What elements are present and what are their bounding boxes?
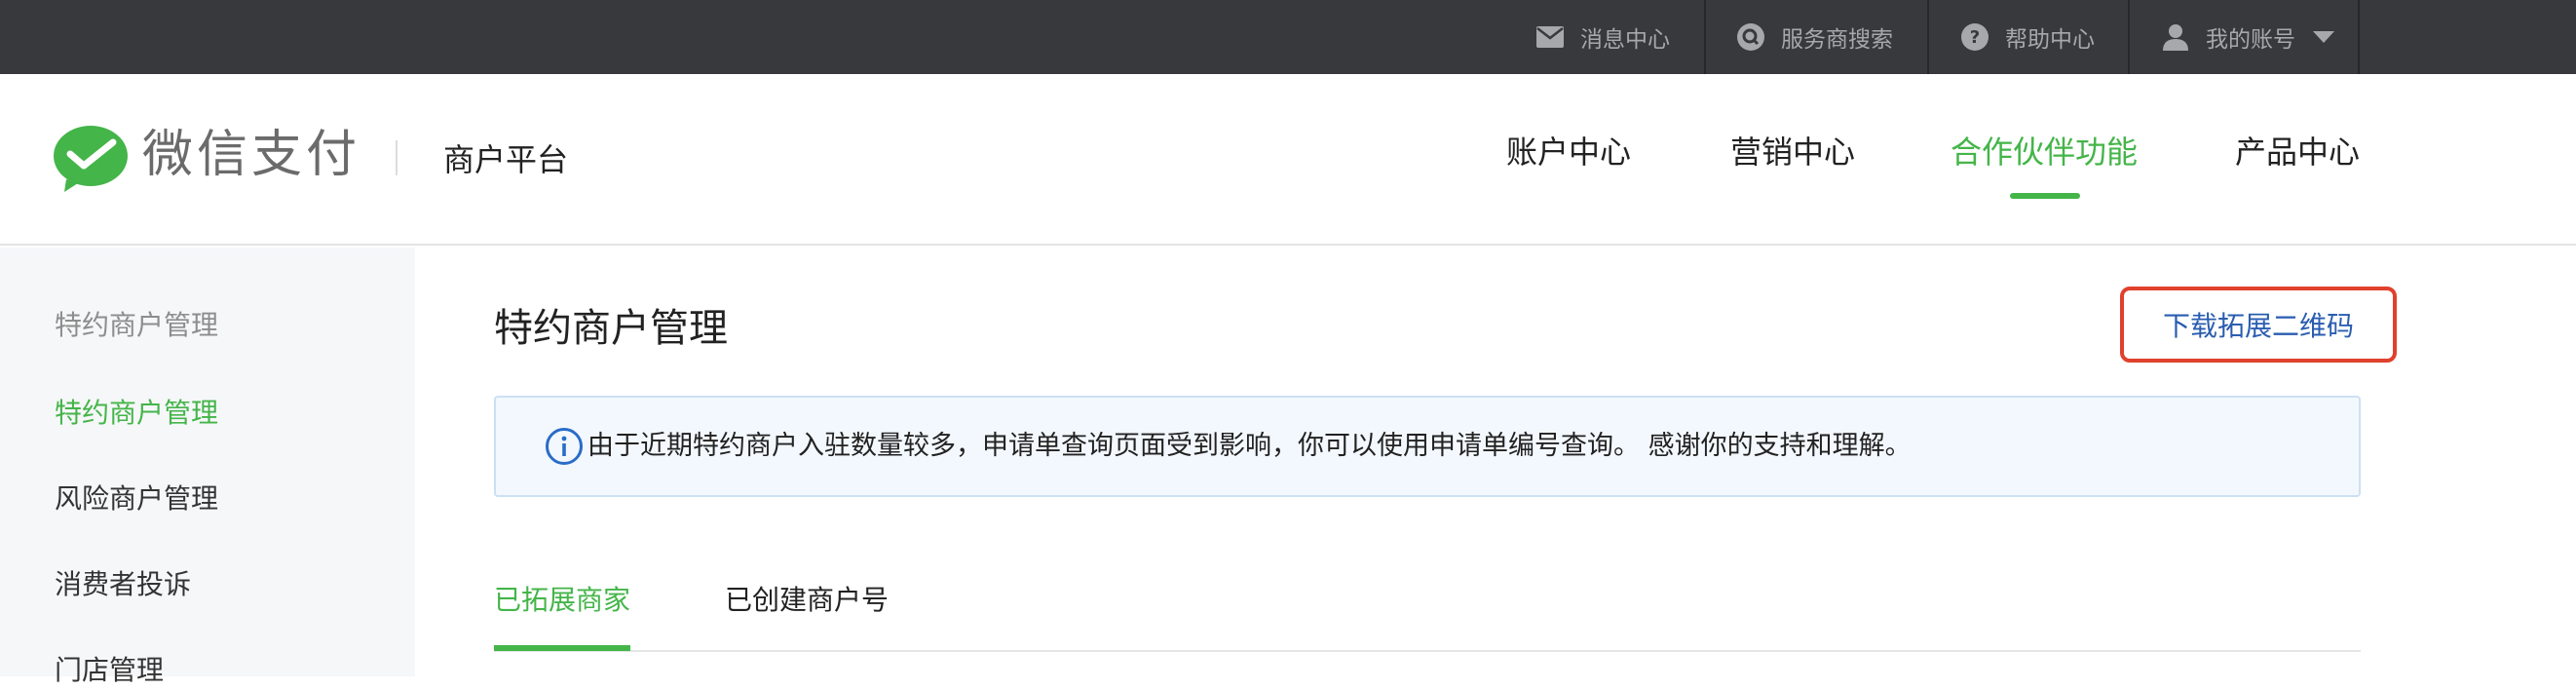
help-center-link[interactable]: ? 帮助中心 <box>1960 0 2095 74</box>
user-icon <box>2161 22 2190 52</box>
sidebar-item-risk-merchants[interactable]: 风险商户管理 <box>55 479 218 518</box>
tab-created-merchant-ids[interactable]: 已创建商户号 <box>725 581 889 620</box>
chevron-down-icon <box>2313 31 2334 43</box>
nav-active-indicator <box>2010 193 2080 199</box>
info-icon <box>545 427 584 466</box>
download-qrcode-label: 下载拓展二维码 <box>2162 310 2354 342</box>
nav-account-center[interactable]: 账户中心 <box>1506 131 1631 173</box>
download-qrcode-button[interactable]: 下载拓展二维码 <box>2120 287 2397 363</box>
top-bar: 消息中心 服务商搜索 ? 帮助中心 我的账号 <box>0 0 2576 74</box>
tab-expanded-merchants[interactable]: 已拓展商家 <box>494 581 630 620</box>
top-divider <box>2128 0 2130 74</box>
sidebar-group-title: 特约商户管理 <box>55 309 219 341</box>
search-provider-icon <box>1736 22 1765 52</box>
sidebar: 特约商户管理 特约商户管理 风险商户管理 消费者投诉 门店管理 <box>0 248 415 686</box>
sidebar-item-store-management[interactable]: 门店管理 <box>55 651 164 690</box>
top-divider <box>1927 0 1929 74</box>
tabs-baseline <box>494 650 2361 652</box>
message-center-link[interactable]: 消息中心 <box>1535 0 1670 74</box>
envelope-icon <box>1535 22 1565 52</box>
notice-banner: 由于近期特约商户入驻数量较多，申请单查询页面受到影响，你可以使用申请单编号查询。… <box>494 396 2361 497</box>
nav-marketing-center[interactable]: 营销中心 <box>1730 131 1855 173</box>
notice-text: 由于近期特约商户入驻数量较多，申请单查询页面受到影响，你可以使用申请单编号查询。… <box>587 431 1912 461</box>
help-center-label: 帮助中心 <box>2005 27 2095 53</box>
message-center-label: 消息中心 <box>1580 27 1670 53</box>
my-account-label: 我的账号 <box>2206 27 2295 53</box>
wechat-pay-logo-icon[interactable] <box>53 125 129 193</box>
service-provider-search-label: 服务商搜索 <box>1781 27 1893 53</box>
brand-name[interactable]: 微信支付 <box>142 123 360 187</box>
tab-active-indicator <box>494 645 630 651</box>
help-icon: ? <box>1960 22 1989 52</box>
top-divider <box>1704 0 1706 74</box>
header-divider <box>396 140 398 175</box>
my-account-menu[interactable]: 我的账号 <box>2161 0 2334 74</box>
site-header: 微信支付 商户平台 账户中心 营销中心 合作伙伴功能 产品中心 <box>0 74 2576 246</box>
sidebar-item-consumer-complaints[interactable]: 消费者投诉 <box>55 565 191 604</box>
sidebar-item-merchant-management[interactable]: 特约商户管理 <box>55 394 218 433</box>
top-divider <box>2358 0 2360 74</box>
nav-product-center[interactable]: 产品中心 <box>2235 131 2360 173</box>
service-provider-search-link[interactable]: 服务商搜索 <box>1736 0 1893 74</box>
svg-text:?: ? <box>1970 27 1980 48</box>
page-title: 特约商户管理 <box>494 306 728 351</box>
platform-name: 商户平台 <box>443 141 569 178</box>
nav-partner-functions[interactable]: 合作伙伴功能 <box>1951 131 2138 173</box>
